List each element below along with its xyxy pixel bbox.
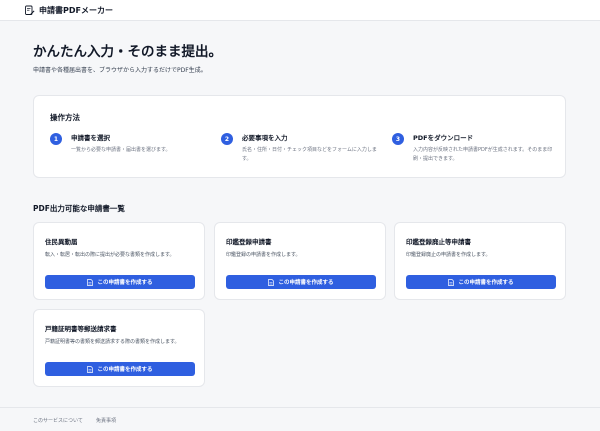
form-card-seal-abolition: 印鑑登録廃止等申請書 印鑑登録廃止の申請書を作成します。 この申請書を作成する — [394, 222, 566, 300]
step-number: 2 — [221, 133, 233, 145]
step-desc: 入力内容が反映された申請書PDFが生成されます。そのまま印刷・提出できます。 — [413, 147, 553, 162]
form-card-desc: 戸籍証明書等の書類を郵送請求する際の書類を作成します。 — [45, 339, 180, 345]
step-desc: 氏名・住所・日付・チェック項目などをフォームに入力します。 — [242, 147, 377, 162]
step-1: 1 申請書を選択 一覧から必要な申請書・届出書を選びます。 — [50, 132, 210, 155]
create-form-button[interactable]: この申請書を作成する — [406, 275, 556, 289]
form-card-desc: 印鑑登録廃止の申請書を作成します。 — [406, 252, 491, 258]
form-card-title: 印鑑登録申請書 — [226, 238, 272, 246]
step-number: 1 — [50, 133, 62, 145]
document-icon — [87, 278, 94, 286]
footer-link-about[interactable]: このサービスについて — [33, 417, 83, 424]
step-desc: 一覧から必要な申請書・届出書を選びます。 — [71, 147, 171, 153]
page-title: かんたん入力・そのまま提出。 — [33, 44, 222, 60]
document-icon — [268, 278, 275, 286]
form-card-desc: 印鑑登録の申請書を作成します。 — [226, 252, 301, 258]
form-card-title: 印鑑登録廃止等申請書 — [406, 238, 471, 246]
create-form-button[interactable]: この申請書を作成する — [45, 362, 195, 376]
create-form-button[interactable]: この申請書を作成する — [226, 275, 376, 289]
create-form-label: この申請書を作成する — [458, 280, 514, 286]
create-form-label: この申請書を作成する — [278, 280, 334, 286]
form-card-title: 戸籍証明書等郵送請求書 — [45, 325, 117, 333]
form-card-family-register-mail: 戸籍証明書等郵送請求書 戸籍証明書等の書類を郵送請求する際の書類を作成します。 … — [33, 309, 205, 387]
app-header: 申請書PDFメーカー — [0, 0, 600, 21]
form-card-desc: 転入・転居・転出の際に提出が必要な書類を作成します。 — [45, 252, 175, 258]
document-icon — [448, 278, 455, 286]
how-to-title: 操作方法 — [50, 113, 80, 122]
create-form-label: この申請書を作成する — [97, 367, 153, 373]
step-3: 3 PDFをダウンロード 入力内容が反映された申請書PDFが生成されます。そのま… — [392, 132, 557, 163]
create-form-label: この申請書を作成する — [97, 280, 153, 286]
form-card-resident-move: 住民異動届 転入・転居・転出の際に提出が必要な書類を作成します。 この申請書を作… — [33, 222, 205, 300]
step-title: 申請書を選択 — [71, 134, 110, 142]
step-2: 2 必要事項を入力 氏名・住所・日付・チェック項目などをフォームに入力します。 — [221, 132, 383, 163]
create-form-button[interactable]: この申請書を作成する — [45, 275, 195, 289]
document-pen-icon — [24, 5, 35, 16]
footer-link-disclaimer[interactable]: 免責事項 — [96, 417, 116, 424]
page-footer: このサービスについて 免責事項 — [0, 407, 600, 431]
step-title: PDFをダウンロード — [413, 134, 474, 142]
document-icon — [87, 365, 94, 373]
form-card-seal-registration: 印鑑登録申請書 印鑑登録の申請書を作成します。 この申請書を作成する — [214, 222, 386, 300]
app-brand[interactable]: 申請書PDFメーカー — [39, 5, 113, 16]
how-to-card: 操作方法 1 申請書を選択 一覧から必要な申請書・届出書を選びます。 2 必要事… — [33, 95, 566, 178]
form-card-title: 住民異動届 — [45, 238, 78, 246]
page-subtitle: 申請書や各種届出書を、ブラウザから入力するだけでPDF生成。 — [33, 67, 207, 74]
step-number: 3 — [392, 133, 404, 145]
step-title: 必要事項を入力 — [242, 134, 288, 142]
forms-section-title: PDF出力可能な申請書一覧 — [33, 204, 125, 213]
